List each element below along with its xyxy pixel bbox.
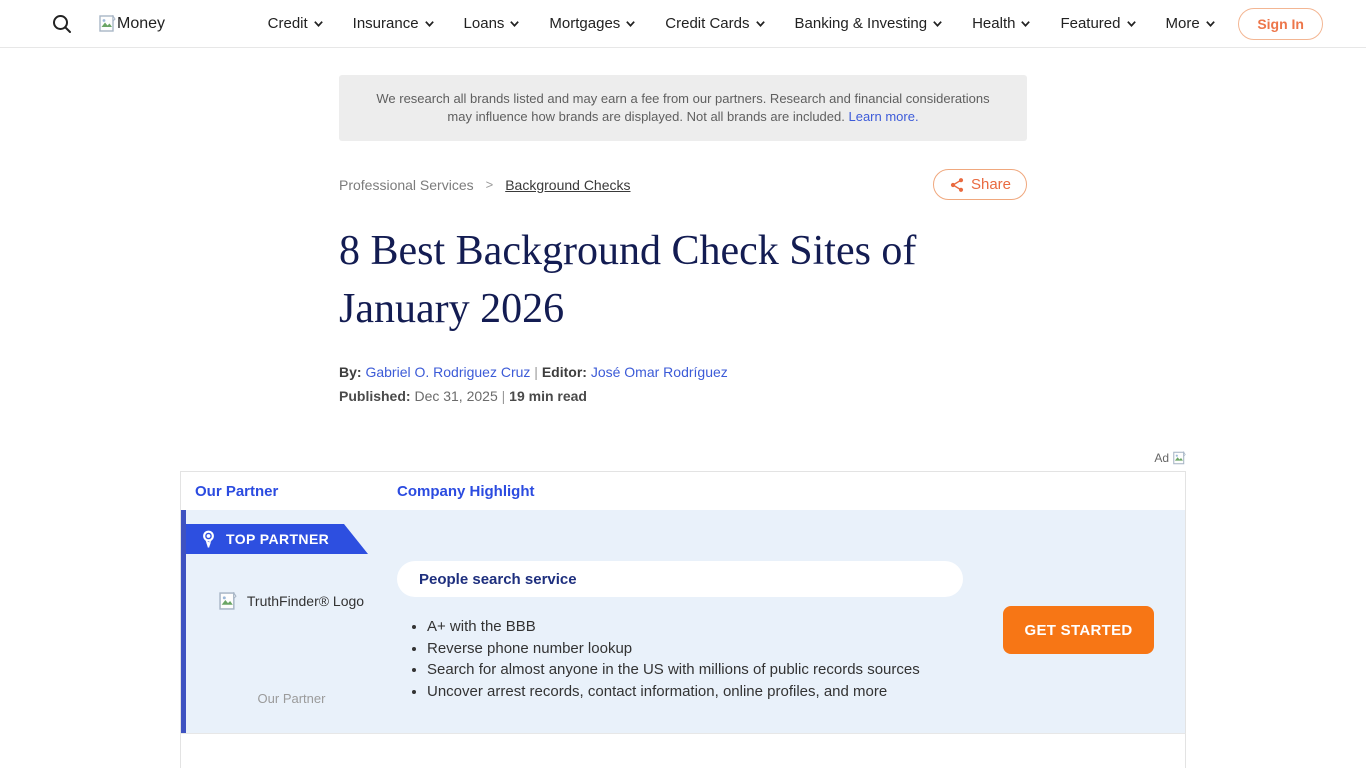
cta-column: GET STARTED [972, 561, 1185, 733]
learn-more-link[interactable]: Learn more. [848, 109, 918, 124]
feature-item: A+ with the BBB [427, 616, 972, 638]
nav-item-mortgages[interactable]: Mortgages [549, 15, 636, 32]
feature-item: Uncover arrest records, contact informat… [427, 681, 972, 703]
chevron-down-icon [509, 18, 520, 29]
partner-card-header: Our Partner Company Highlight [181, 472, 1185, 510]
nav-item-label: More [1166, 15, 1200, 32]
partner-card-body: TOP PARTNER TruthFinder® Logo [181, 510, 1185, 733]
ad-disclosure: Ad [180, 451, 1186, 465]
nav-item-credit-cards[interactable]: Credit Cards [665, 15, 765, 32]
author-link[interactable]: Gabriel O. Rodriguez Cruz [365, 364, 530, 380]
breadcrumb-row: Professional Services > Background Check… [339, 169, 1027, 200]
nav-item-credit[interactable]: Credit [268, 15, 324, 32]
chevron-down-icon [424, 18, 435, 29]
published-date: Dec 31, 2025 [414, 388, 497, 404]
nav-item-banking-investing[interactable]: Banking & Investing [795, 15, 944, 32]
ad-label: Ad [1154, 451, 1169, 465]
partner-logo[interactable]: TruthFinder® Logo [219, 592, 364, 610]
chevron-down-icon [755, 18, 766, 29]
nav-item-insurance[interactable]: Insurance [353, 15, 435, 32]
published-label: Published: [339, 388, 411, 404]
get-started-button[interactable]: GET STARTED [1003, 606, 1154, 654]
chevron-down-icon [625, 18, 636, 29]
partner-logo-column: TruthFinder® Logo Our Partner [186, 561, 397, 733]
chevron-down-icon [932, 18, 943, 29]
company-highlight-header: Company Highlight [397, 483, 535, 500]
logo-alt-text: Money [117, 15, 165, 33]
nav-item-label: Banking & Investing [795, 15, 928, 32]
primary-nav: Credit Insurance Loans Mortgages Credit … [188, 15, 1216, 32]
search-icon[interactable] [51, 13, 73, 35]
editor-link[interactable]: José Omar Rodríguez [591, 364, 728, 380]
published-divider: | [502, 388, 506, 404]
chevron-down-icon [1020, 18, 1031, 29]
nav-item-label: Health [972, 15, 1015, 32]
nav-item-health[interactable]: Health [972, 15, 1031, 32]
published-row: Published: Dec 31, 2025 | 19 min read [339, 388, 1027, 404]
our-partner-header: Our Partner [195, 483, 397, 500]
byline-divider: | [534, 364, 538, 380]
chevron-down-icon [1205, 18, 1216, 29]
share-icon [949, 177, 965, 193]
broken-image-icon [99, 15, 116, 32]
broken-image-icon [219, 592, 237, 610]
byline: By: Gabriel O. Rodriguez Cruz | Editor: … [339, 364, 1027, 380]
chevron-down-icon [1126, 18, 1137, 29]
nav-item-featured[interactable]: Featured [1060, 15, 1136, 32]
affiliate-disclaimer: We research all brands listed and may ea… [339, 75, 1027, 141]
broken-image-icon [1173, 451, 1186, 465]
editor-label: Editor: [542, 364, 587, 380]
top-navigation: Money Credit Insurance Loans Mortgages C… [0, 0, 1366, 48]
chevron-down-icon [313, 18, 324, 29]
breadcrumb: Professional Services > Background Check… [339, 177, 631, 193]
nav-item-more[interactable]: More [1166, 15, 1216, 32]
breadcrumb-separator: > [486, 177, 494, 192]
nav-item-loans[interactable]: Loans [464, 15, 521, 32]
highlight-pill: People search service [397, 561, 963, 597]
partner-logo-alt-text: TruthFinder® Logo [247, 593, 364, 609]
nav-item-label: Featured [1060, 15, 1120, 32]
breadcrumb-parent[interactable]: Professional Services [339, 177, 474, 193]
award-ribbon-icon [201, 530, 216, 549]
our-partner-caption: Our Partner [258, 691, 326, 706]
nav-item-label: Mortgages [549, 15, 620, 32]
money-logo[interactable]: Money [99, 15, 165, 33]
breadcrumb-current[interactable]: Background Checks [505, 177, 630, 193]
share-button[interactable]: Share [933, 169, 1027, 200]
feature-item: Search for almost anyone in the US with … [427, 659, 972, 681]
feature-list: A+ with the BBB Reverse phone number loo… [427, 616, 972, 702]
feature-item: Reverse phone number lookup [427, 638, 972, 660]
sign-in-button[interactable]: Sign In [1238, 8, 1323, 40]
nav-item-label: Loans [464, 15, 505, 32]
by-label: By: [339, 364, 362, 380]
share-label: Share [971, 176, 1011, 193]
page-title: 8 Best Background Check Sites of January… [339, 222, 1027, 338]
read-time: 19 min read [509, 388, 587, 404]
partner-card-footer [180, 733, 1186, 768]
nav-item-label: Credit Cards [665, 15, 749, 32]
partner-highlight-column: People search service A+ with the BBB Re… [397, 561, 972, 733]
nav-item-label: Credit [268, 15, 308, 32]
top-partner-label: TOP PARTNER [226, 531, 329, 547]
top-partner-badge: TOP PARTNER [186, 524, 368, 554]
partner-card: Our Partner Company Highlight TOP PARTNE… [180, 471, 1186, 733]
nav-item-label: Insurance [353, 15, 419, 32]
